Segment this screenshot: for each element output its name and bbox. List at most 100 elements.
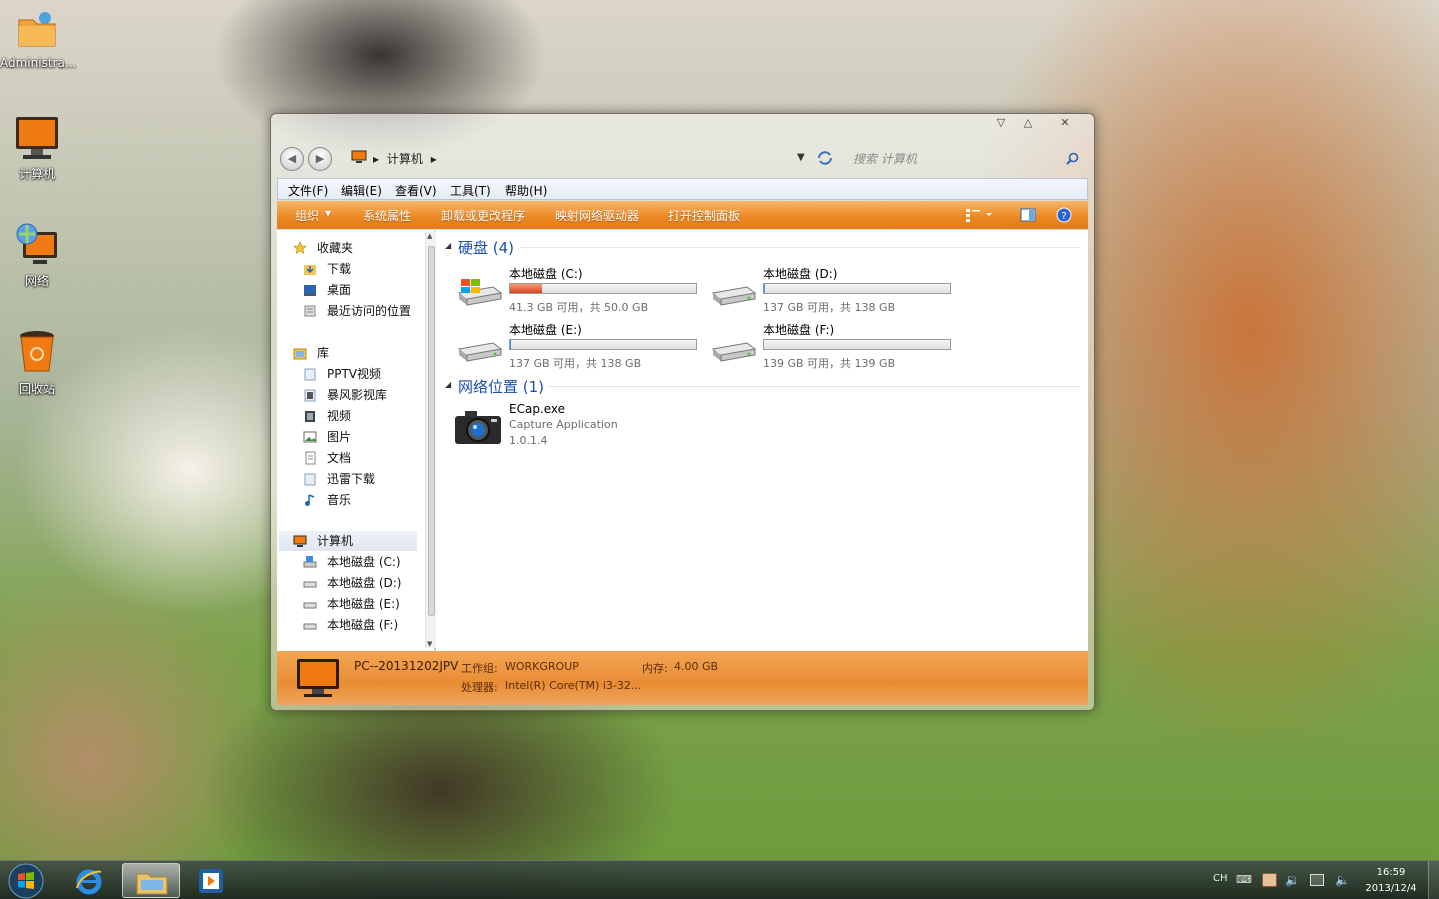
maximize-button[interactable]: △: [1014, 116, 1042, 129]
desktop-icon-administrator[interactable]: Administra...: [0, 8, 76, 70]
drive-f[interactable]: 本地磁盘 (F:) 139 GB 可用，共 139 GB: [707, 321, 957, 371]
collapse-network-icon[interactable]: ◢: [445, 380, 451, 389]
computer-icon: [16, 117, 58, 159]
group-network-locations[interactable]: 网络位置 (1): [458, 376, 544, 397]
menu-tools[interactable]: 工具(T): [450, 182, 491, 199]
nav-library-item[interactable]: 文档: [303, 448, 443, 468]
nav-library-item[interactable]: 音乐: [303, 490, 443, 510]
close-button[interactable]: ✕: [1051, 116, 1079, 129]
workgroup-label: 工作组:: [461, 662, 498, 675]
taskbar-ie-button[interactable]: [64, 863, 116, 898]
menu-file[interactable]: 文件(F): [288, 182, 328, 199]
drive-name: 本地磁盘 (C:): [509, 267, 583, 281]
video-library-icon: [304, 389, 316, 402]
usage-fill: [510, 284, 542, 293]
volume-icon[interactable]: 🔈: [1335, 873, 1350, 887]
menu-edit[interactable]: 编辑(E): [341, 182, 382, 199]
nav-drive-e[interactable]: 本地磁盘 (E:): [303, 594, 443, 614]
breadcrumb-separator: ▸: [430, 152, 437, 166]
user-folder-icon: [18, 12, 56, 47]
show-desktop-button[interactable]: [1428, 861, 1439, 899]
uninstall-program-button[interactable]: 卸载或更改程序: [441, 207, 525, 224]
address-dropdown-icon[interactable]: ▼: [797, 152, 805, 163]
sound-icon[interactable]: 🔉: [1285, 873, 1300, 887]
scroll-thumb[interactable]: [428, 246, 435, 616]
nav-library-item[interactable]: 暴风影视库: [303, 385, 443, 405]
system-drive-icon: [457, 279, 503, 306]
desktop-icon-network[interactable]: 网络: [0, 222, 74, 289]
taskbar-media-player-button[interactable]: [186, 863, 236, 898]
drive-e[interactable]: 本地磁盘 (E:) 137 GB 可用，共 138 GB: [453, 321, 703, 371]
address-bar[interactable]: ▸ 计算机 ▸: [373, 150, 437, 167]
desktop-icon-recycle-bin[interactable]: 回收站: [0, 328, 74, 397]
nav-scrollbar[interactable]: ▲ ▼: [425, 232, 436, 648]
start-button[interactable]: [7, 862, 45, 899]
navigation-pane: 收藏夹 下载 桌面 最近访问的位置 库 PPTV视频 暴风影视库 视频 图片 文…: [277, 230, 436, 651]
minimize-button[interactable]: ▽: [987, 116, 1015, 129]
nav-favorite-item[interactable]: 下载: [303, 259, 443, 279]
group-hard-disks[interactable]: 硬盘 (4): [458, 237, 514, 258]
keyboard-icon[interactable]: ⌨: [1236, 873, 1252, 886]
drive-c[interactable]: 本地磁盘 (C:) 41.3 GB 可用，共 50.0 GB: [453, 265, 703, 315]
search-input[interactable]: 搜索 计算机: [853, 149, 1053, 169]
search-icon[interactable]: [1066, 152, 1079, 165]
usage-fill: [510, 340, 512, 349]
system-drive-icon: [303, 556, 317, 568]
nav-favorite-item[interactable]: 最近访问的位置: [303, 301, 443, 321]
explorer-window: ▽ △ ✕ ◀ ▶ ▸ 计算机 ▸ ▼ 搜索 计算机 文件(F) 编辑(E) 查…: [270, 113, 1095, 711]
organize-button[interactable]: 组织: [295, 207, 319, 224]
preview-pane-icon[interactable]: [1020, 208, 1036, 222]
nav-drive-f[interactable]: 本地磁盘 (F:): [303, 615, 443, 635]
nav-drive-d[interactable]: 本地磁盘 (D:): [303, 573, 443, 593]
processor-label: 处理器:: [461, 681, 498, 694]
drive-d[interactable]: 本地磁盘 (D:) 137 GB 可用，共 138 GB: [707, 265, 957, 315]
breadcrumb-computer[interactable]: 计算机: [387, 152, 423, 166]
workgroup-value: WORKGROUP: [505, 660, 579, 673]
nav-library-item[interactable]: 迅雷下载: [303, 469, 443, 489]
explorer-folder-icon: [136, 873, 168, 895]
menu-view[interactable]: 查看(V): [395, 182, 437, 199]
drive-name: 本地磁盘 (D:): [763, 267, 838, 281]
download-folder-icon: [304, 265, 316, 275]
forward-button[interactable]: ▶: [308, 147, 332, 171]
taskbar-explorer-button[interactable]: [122, 863, 180, 898]
library-icon: [293, 348, 307, 360]
library-folder-icon: [304, 368, 316, 381]
usage-bar: [763, 339, 951, 350]
view-options-icon[interactable]: [965, 208, 995, 222]
nav-favorite-item[interactable]: 桌面: [303, 280, 443, 300]
avatar-icon[interactable]: [1262, 873, 1277, 887]
nav-libraries[interactable]: 库: [293, 343, 433, 363]
internet-explorer-icon: [76, 869, 102, 895]
nav-library-item[interactable]: PPTV视频: [303, 364, 443, 384]
open-control-panel-button[interactable]: 打开控制面板: [668, 207, 740, 224]
collapse-disks-icon[interactable]: ◢: [445, 241, 451, 250]
nav-library-item[interactable]: 图片: [303, 427, 443, 447]
nav-library-item[interactable]: 视频: [303, 406, 443, 426]
clock-date: 2013/12/4: [1365, 883, 1417, 894]
refresh-icon[interactable]: [816, 150, 834, 166]
language-indicator[interactable]: CH: [1213, 873, 1228, 884]
nav-favorites[interactable]: 收藏夹: [293, 238, 433, 258]
help-icon[interactable]: ?: [1056, 207, 1072, 223]
usage-bar: [509, 339, 697, 350]
map-network-drive-button[interactable]: 映射网络驱动器: [555, 207, 639, 224]
hard-drive-icon: [303, 581, 317, 588]
menu-help[interactable]: 帮助(H): [505, 182, 547, 199]
hard-drive-icon: [303, 623, 317, 630]
hard-drive-icon: [711, 286, 757, 306]
clock[interactable]: 16:59 2013/12/4: [1362, 865, 1420, 897]
media-player-icon: [199, 869, 223, 893]
nav-drive-c[interactable]: 本地磁盘 (C:): [303, 552, 443, 572]
network-tray-icon[interactable]: [1310, 874, 1324, 886]
nav-computer[interactable]: 计算机: [279, 531, 417, 551]
scroll-down-icon[interactable]: ▼: [427, 640, 432, 648]
scroll-up-icon[interactable]: ▲: [427, 232, 432, 240]
hard-drive-icon: [711, 342, 757, 362]
desktop-label: 网络: [24, 274, 49, 288]
back-button[interactable]: ◀: [280, 147, 304, 171]
drive-free-space: 137 GB 可用，共 138 GB: [763, 301, 896, 314]
desktop-icon-computer[interactable]: 计算机: [0, 115, 74, 182]
network-item-ecap[interactable]: ECap.exe Capture Application 1.0.1.4: [453, 402, 673, 454]
system-properties-button[interactable]: 系统属性: [363, 207, 411, 224]
